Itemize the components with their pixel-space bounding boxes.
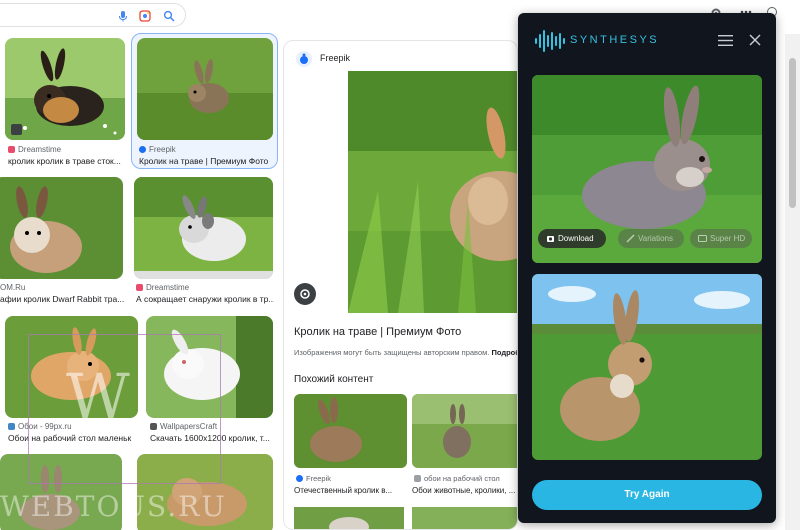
microphone-icon[interactable] [117, 10, 129, 22]
result-thumbnail[interactable] [134, 177, 273, 279]
page: Dreamstime кролик кролик в траве сток...… [0, 0, 800, 530]
preview-title[interactable]: Кролик на траве | Премиум Фото [294, 326, 461, 338]
similar-thumbnail[interactable] [412, 394, 518, 468]
freepik-icon [139, 146, 146, 153]
image-preview-panel: Freepik Кролик на траве | Премиум Фото И… [283, 40, 518, 530]
watermark-letter: W [66, 360, 130, 433]
variations-button[interactable]: Variations [618, 229, 684, 248]
generated-image-2[interactable] [532, 274, 762, 460]
preview-source[interactable]: Freepik [320, 53, 350, 63]
download-button[interactable]: Download [538, 229, 606, 248]
result-source: Freepik [139, 145, 176, 154]
watermark-text: WEBTOUS.RU [0, 490, 227, 523]
result-source: Dreamstime [8, 145, 61, 154]
copyright-note: Изображения могут быть защищены авторски… [294, 348, 517, 357]
result-thumbnail[interactable] [0, 177, 123, 279]
similar-source: обои на рабочий стол [414, 474, 500, 483]
result-thumbnail[interactable] [137, 38, 273, 140]
similar-caption[interactable]: Обои животные, кролики, ... [412, 486, 516, 495]
synthesys-panel: SYNTHESYS Download Variations Super HD T… [518, 13, 776, 523]
try-again-button[interactable]: Try Again [532, 480, 762, 510]
result-thumbnail[interactable] [5, 38, 125, 140]
dreamstime-icon [8, 146, 15, 153]
menu-icon[interactable] [718, 35, 733, 46]
similar-thumbnail[interactable] [294, 507, 404, 530]
super-hd-button[interactable]: Super HD [690, 229, 752, 248]
scrollbar-thumb[interactable] [789, 58, 796, 208]
dreamstime-icon [136, 284, 143, 291]
synthesys-logo-icon [535, 30, 565, 52]
site-icon [414, 475, 421, 482]
synthesys-brand: SYNTHESYS [570, 34, 660, 46]
freepik-logo-icon [296, 51, 312, 67]
close-icon[interactable] [748, 33, 762, 47]
preview-image[interactable] [348, 71, 518, 313]
result-caption[interactable]: кролик кролик в траве сток... [8, 156, 128, 166]
result-caption[interactable]: А сокращает снаружи кролик в тр... [136, 294, 274, 304]
hd-icon [698, 235, 707, 242]
search-input[interactable] [0, 3, 186, 27]
similar-caption[interactable]: Отечественный кролик в... [294, 486, 406, 495]
result-caption[interactable]: афии кролик Dwarf Rabbit тра... [0, 294, 125, 304]
similar-source: Freepik [296, 474, 331, 483]
variations-icon [626, 234, 635, 243]
page-scrollbar[interactable] [785, 34, 800, 530]
search-icon[interactable] [163, 10, 175, 22]
result-caption[interactable]: Кролик на траве | Премиум Фото [139, 156, 275, 166]
lens-icon[interactable] [139, 10, 151, 22]
download-icon [547, 236, 554, 242]
result-source: OM.Ru [0, 283, 26, 292]
result-source: Dreamstime [136, 283, 189, 292]
similar-thumbnail[interactable] [412, 507, 518, 530]
freepik-icon [296, 475, 303, 482]
99px-icon [8, 423, 15, 430]
lens-search-button[interactable] [294, 283, 316, 305]
similar-thumbnail[interactable] [294, 394, 407, 468]
similar-content-heading: Похожий контент [294, 374, 374, 385]
learn-more-link[interactable]: Подробнее... [491, 348, 517, 357]
